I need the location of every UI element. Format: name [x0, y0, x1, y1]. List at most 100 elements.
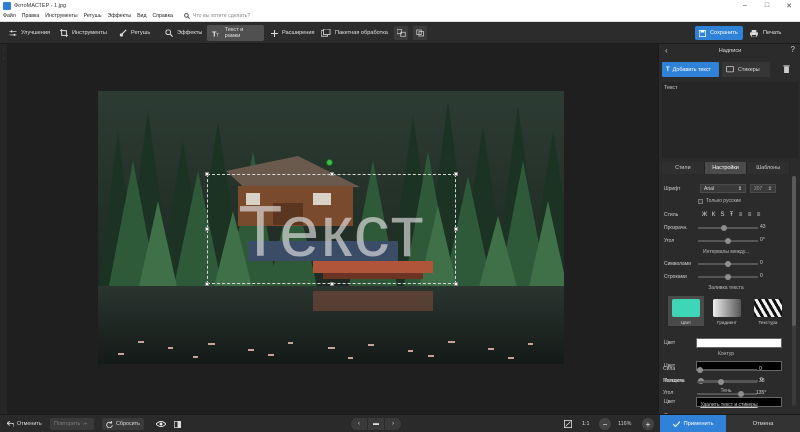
font-value: Arial: [704, 185, 715, 192]
strength-slider-lower[interactable]: [697, 367, 779, 373]
save-label: Сохранить: [710, 30, 738, 36]
menu-search[interactable]: Что вы хотите сделать?: [183, 13, 250, 19]
bold-icon[interactable]: Ж: [700, 212, 709, 218]
symbols-slider[interactable]: [698, 261, 780, 267]
undo-button[interactable]: Отменить: [3, 418, 46, 430]
tool-retouch-button[interactable]: Ретушь: [114, 25, 155, 41]
add-text-button[interactable]: T Добавить текст: [662, 62, 719, 77]
resize-handle[interactable]: [330, 172, 334, 176]
resize-handle[interactable]: [205, 282, 209, 286]
shadow-angle-value: 135°: [756, 390, 767, 396]
tool-batch-button[interactable]: Пакетная обработка: [316, 25, 393, 41]
slider-track[interactable]: [698, 227, 758, 229]
italic-icon[interactable]: К: [709, 212, 718, 218]
fill-color-row: Цвет: [664, 338, 696, 348]
folder-icon[interactable]: ▬: [368, 418, 384, 430]
transparency-slider[interactable]: [698, 225, 780, 231]
shadow-angle-slider[interactable]: [697, 391, 779, 397]
menu-bar: Файл Правка Инструменты Ретушь Эффекты В…: [0, 11, 800, 22]
lines-slider[interactable]: [698, 274, 780, 280]
tool-extensions-button[interactable]: Расширения: [266, 25, 320, 41]
text-input-area[interactable]: Текст: [662, 82, 798, 158]
selection-box[interactable]: [205, 172, 458, 286]
text-icon: TT: [212, 31, 219, 37]
slider-knob[interactable]: [721, 225, 728, 231]
print-button[interactable]: Печать: [750, 26, 781, 40]
menu-tools[interactable]: Инструменты: [45, 13, 77, 19]
close-icon[interactable]: ✕: [778, 0, 800, 11]
font-select[interactable]: Arial ⇕: [700, 184, 746, 193]
fill-gradient-tile[interactable]: Градиент: [709, 296, 745, 326]
cancel-button[interactable]: Отмена: [726, 415, 800, 432]
apply-button[interactable]: Применить: [660, 415, 726, 432]
underline-icon[interactable]: Ŧ: [727, 212, 736, 218]
rotate-handle[interactable]: [326, 159, 333, 166]
slider-knob[interactable]: [737, 391, 744, 397]
menu-help[interactable]: Справка: [152, 13, 172, 19]
slider-knob[interactable]: [697, 367, 703, 373]
delete-text-stickers-link[interactable]: Удалить текст и стикеры: [658, 402, 800, 408]
tool-enhance-button[interactable]: Улучшения: [4, 25, 55, 41]
fill-texture-tile-label: Текстура: [758, 320, 778, 325]
resize-handle[interactable]: [205, 172, 209, 176]
tab-styles[interactable]: Стили: [662, 162, 705, 174]
slider-knob[interactable]: [725, 238, 731, 244]
slider-track[interactable]: [697, 393, 757, 395]
prev-image-icon[interactable]: ‹: [351, 418, 367, 430]
softness-slider[interactable]: [697, 379, 779, 385]
slider-track[interactable]: [697, 369, 757, 371]
image-canvas[interactable]: Текст: [7, 44, 658, 414]
tab-templates[interactable]: Шаблоны: [747, 162, 791, 174]
font-size-select[interactable]: 207 ⇕: [750, 184, 776, 193]
scrollbar-thumb[interactable]: [792, 176, 796, 326]
back-arrow-icon[interactable]: ‹: [665, 46, 668, 55]
tab-settings[interactable]: Настройки: [704, 162, 748, 174]
maximize-icon[interactable]: □: [756, 0, 778, 11]
minimize-icon[interactable]: –: [734, 0, 756, 11]
menu-edit[interactable]: Правка: [22, 13, 40, 19]
slider-track[interactable]: [697, 381, 757, 383]
zoom-in-icon[interactable]: +: [642, 418, 654, 430]
compare-view-button[interactable]: [170, 418, 188, 430]
resize-handle[interactable]: [205, 227, 209, 231]
angle-slider[interactable]: [698, 238, 780, 244]
panel-tabs: Стили Настройки Шаблоны: [662, 162, 791, 174]
align-left-icon[interactable]: ≡: [736, 212, 745, 218]
tool-instruments-button[interactable]: Инструменты: [55, 25, 112, 41]
resize-handle[interactable]: [454, 227, 458, 231]
fit-screen-button[interactable]: [560, 418, 579, 430]
tool-effects-button[interactable]: Эффекты: [160, 25, 207, 41]
menu-file[interactable]: Файл: [3, 13, 16, 19]
slider-knob[interactable]: [725, 274, 731, 280]
menu-view[interactable]: Вид: [137, 13, 146, 19]
redo-button[interactable]: Повторить: [50, 418, 94, 430]
menu-effects[interactable]: Эффекты: [108, 13, 132, 19]
title-bar: ФотоМАСТЕР - 1.jpg – □ ✕: [0, 0, 800, 11]
align-center-icon[interactable]: ≡: [745, 212, 754, 218]
fill-color-tile[interactable]: Цвет: [668, 296, 704, 326]
resize-handle[interactable]: [454, 282, 458, 286]
slider-knob[interactable]: [717, 379, 724, 385]
tool-text-frames-button[interactable]: TT Текст и рамки: [207, 25, 264, 41]
zoom-out-icon[interactable]: −: [599, 418, 611, 430]
strikethrough-icon[interactable]: S: [718, 212, 727, 218]
zoom-ratio-button[interactable]: 1:1: [578, 418, 594, 430]
app-icon: [3, 1, 11, 10]
only-russian-checkbox[interactable]: Только русские: [698, 197, 741, 205]
resize-handle[interactable]: [330, 282, 334, 286]
align-right-icon[interactable]: ≡: [754, 212, 763, 218]
resize-handle[interactable]: [454, 172, 458, 176]
reset-button[interactable]: Сбросить: [102, 418, 144, 430]
fill-color-picker[interactable]: [696, 338, 782, 348]
menu-retouch[interactable]: Ретушь: [84, 13, 102, 19]
save-button[interactable]: Сохранить: [695, 26, 743, 40]
gradient-swatch: [713, 299, 741, 317]
compare-button[interactable]: [394, 26, 408, 40]
next-image-icon[interactable]: ›: [385, 418, 401, 430]
history-button[interactable]: [413, 26, 427, 40]
fill-texture-tile[interactable]: Текстура: [750, 296, 786, 326]
stickers-button[interactable]: Стикеры: [722, 62, 770, 77]
help-icon[interactable]: ?: [791, 45, 795, 54]
trash-icon[interactable]: [783, 65, 790, 73]
slider-knob[interactable]: [725, 261, 731, 267]
